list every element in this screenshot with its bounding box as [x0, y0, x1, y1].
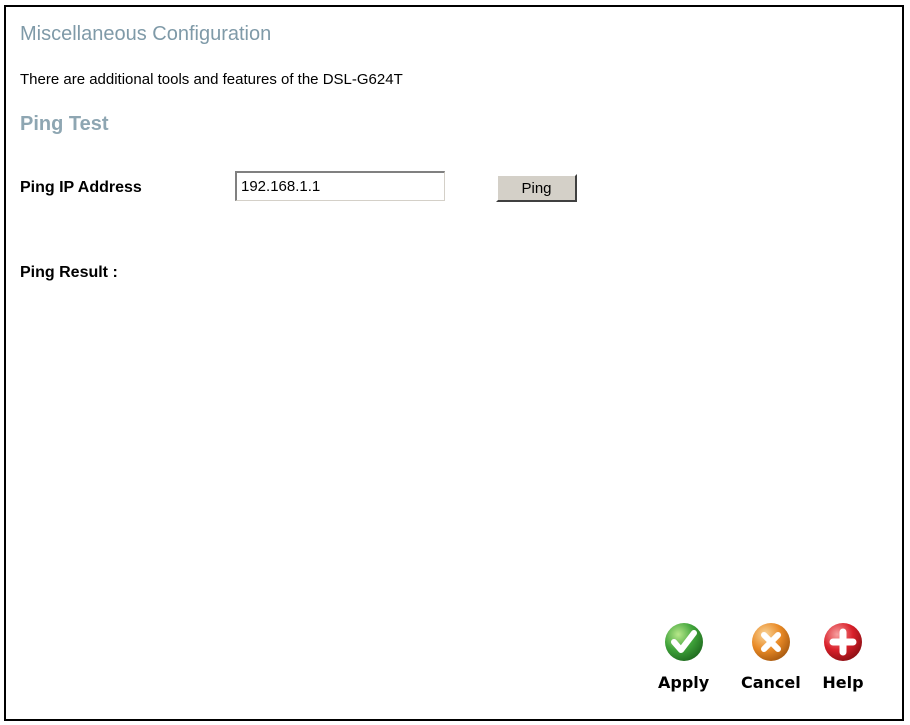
- apply-label: Apply: [658, 673, 710, 692]
- ping-test-heading: Ping Test: [20, 113, 109, 135]
- page-description: There are additional tools and features …: [20, 71, 403, 88]
- help-button[interactable]: Help: [822, 621, 864, 692]
- ping-ip-label: Ping IP Address: [20, 179, 142, 196]
- ping-button[interactable]: Ping: [496, 174, 577, 202]
- cancel-button[interactable]: Cancel: [741, 621, 801, 692]
- page-title: Miscellaneous Configuration: [20, 23, 272, 45]
- help-label: Help: [822, 673, 864, 692]
- apply-button[interactable]: Apply: [658, 621, 709, 692]
- x-icon: [751, 623, 790, 661]
- content-frame: Miscellaneous Configuration There are ad…: [4, 5, 904, 721]
- plus-icon: [824, 623, 862, 661]
- cancel-label: Cancel: [741, 673, 801, 692]
- ping-result-label: Ping Result :: [20, 264, 118, 281]
- checkmark-icon: [664, 623, 703, 661]
- ping-ip-input[interactable]: [235, 171, 445, 201]
